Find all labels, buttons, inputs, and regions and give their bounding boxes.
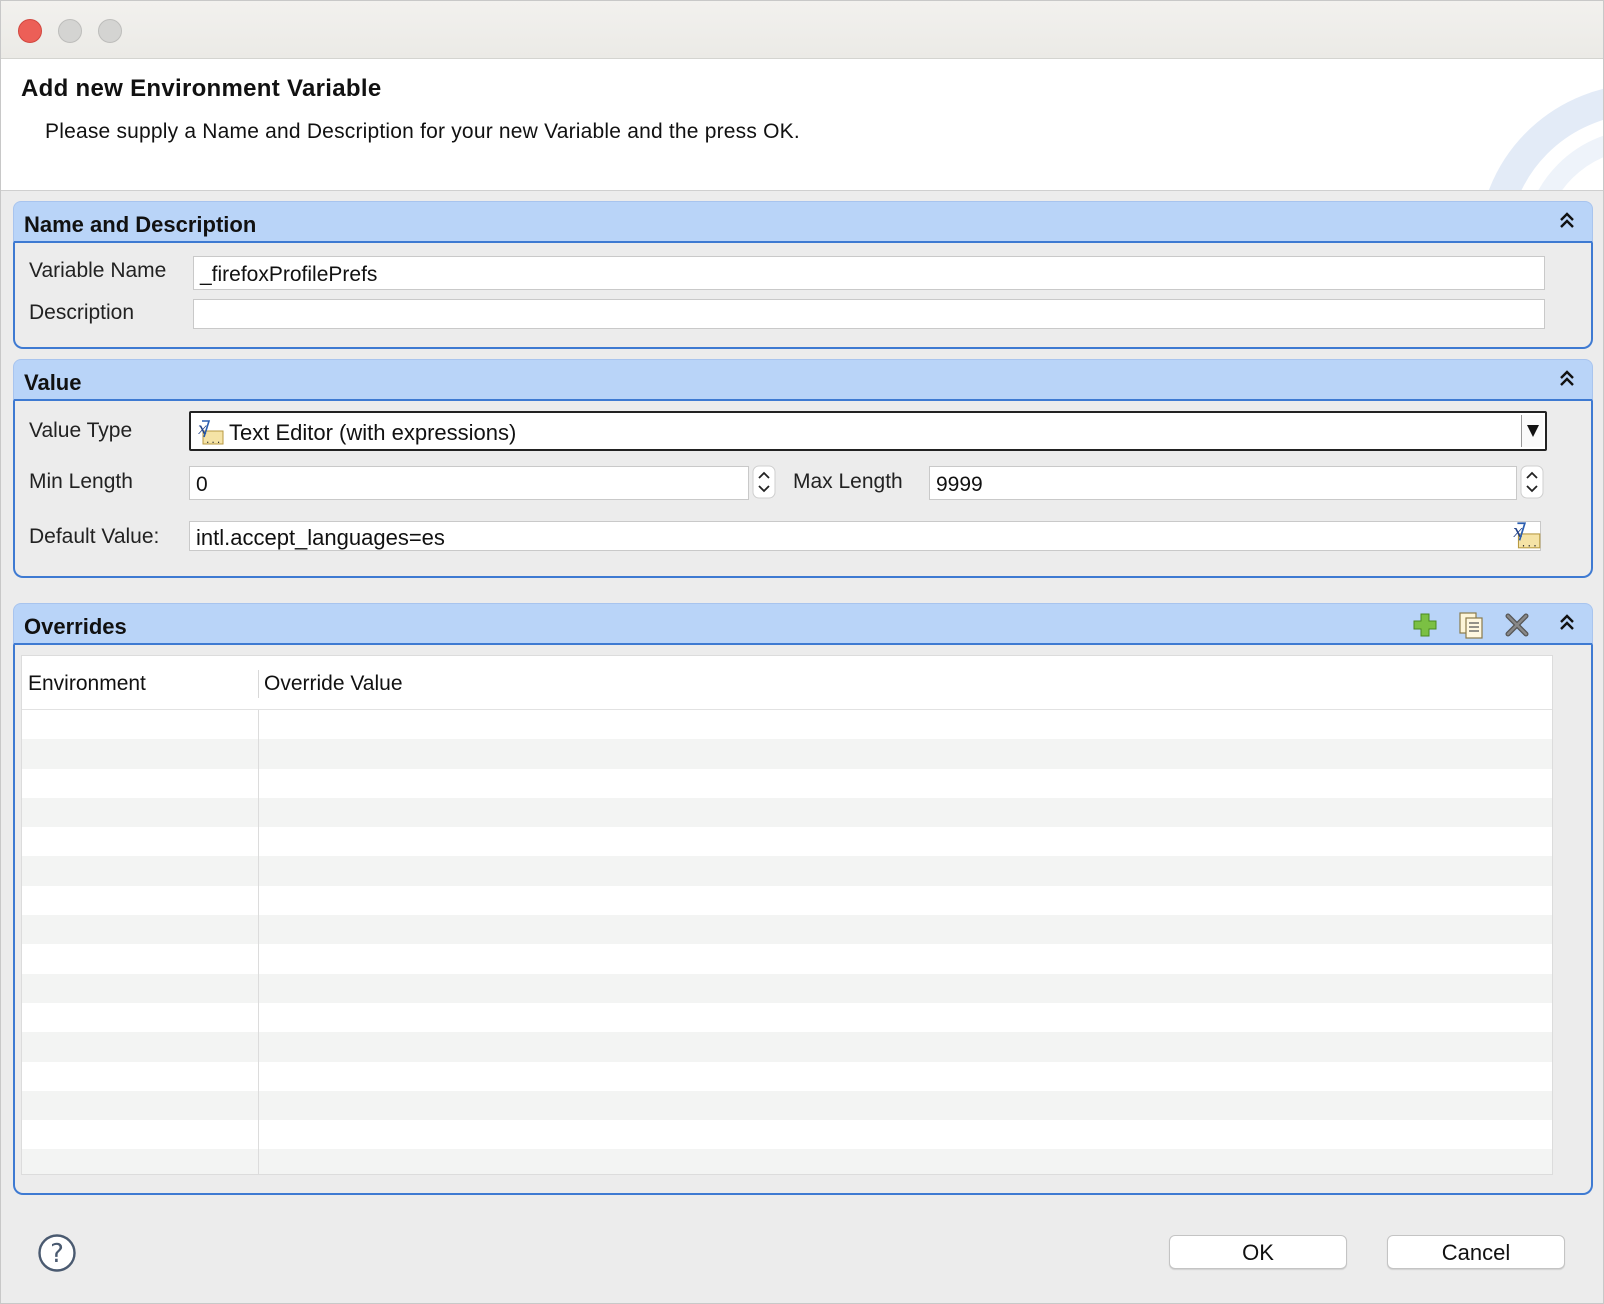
dialog-title: Add new Environment Variable: [21, 75, 382, 102]
table-row[interactable]: [22, 827, 1552, 856]
plus-icon[interactable]: [1410, 610, 1440, 640]
cancel-button[interactable]: Cancel: [1387, 1235, 1565, 1269]
default-value-label: Default Value:: [29, 525, 160, 548]
default-value-input[interactable]: intl.accept_languages=es: [189, 521, 1541, 551]
svg-text:...: ...: [205, 436, 221, 446]
table-body: [22, 710, 1552, 1174]
svg-text:...: ...: [1521, 539, 1538, 550]
table-row[interactable]: [22, 1090, 1552, 1121]
overrides-section-header[interactable]: Overrides: [13, 603, 1593, 645]
dialog-description: Please supply a Name and Description for…: [45, 120, 800, 143]
table-row[interactable]: [22, 973, 1552, 1003]
max-length-label: Max Length: [793, 470, 903, 493]
variable-name-label: Variable Name: [29, 259, 167, 282]
header-decoration-icon: [1488, 88, 1603, 190]
name-description-section-header[interactable]: Name and Description: [13, 201, 1593, 243]
copy-icon[interactable]: [1456, 610, 1486, 640]
description-label: Description: [29, 301, 135, 324]
min-length-label: Min Length: [29, 470, 133, 493]
section-title: Name and Description: [24, 212, 257, 237]
question-mark-icon[interactable]: ?: [37, 1233, 77, 1273]
table-row[interactable]: [22, 1062, 1552, 1091]
dialog-window: Add new Environment Variable Please supp…: [0, 0, 1604, 1304]
dialog-header: Add new Environment Variable Please supp…: [1, 59, 1603, 191]
double-chevron-up-icon[interactable]: [1556, 612, 1578, 634]
column-header-environment[interactable]: Environment: [28, 672, 146, 696]
ok-button[interactable]: OK: [1169, 1235, 1347, 1269]
double-chevron-up-icon[interactable]: [1556, 210, 1578, 232]
table-header: Environment Override Value: [22, 656, 1552, 710]
table-row[interactable]: [22, 739, 1552, 769]
table-row[interactable]: [22, 886, 1552, 915]
value-type-selected: Text Editor (with expressions): [229, 420, 517, 445]
value-section: Value Value Type x ... Text Editor (with…: [13, 359, 1593, 578]
delete-x-icon[interactable]: [1502, 610, 1532, 640]
overrides-section: Overrides Environment Override Value: [13, 603, 1593, 1195]
title-bar: [1, 1, 1603, 59]
table-row[interactable]: [22, 944, 1552, 973]
table-row[interactable]: [22, 1120, 1552, 1149]
table-row[interactable]: [22, 1149, 1552, 1174]
value-type-label: Value Type: [29, 419, 133, 442]
overrides-table[interactable]: Environment Override Value: [21, 655, 1553, 1175]
description-input[interactable]: [193, 299, 1545, 329]
table-row[interactable]: [22, 856, 1552, 886]
max-length-input[interactable]: 9999: [929, 466, 1517, 500]
close-window-button[interactable]: [18, 19, 42, 43]
double-chevron-up-icon[interactable]: [1556, 368, 1578, 390]
column-header-override-value[interactable]: Override Value: [264, 672, 403, 696]
value-section-header[interactable]: Value: [13, 359, 1593, 401]
column-divider-line: [258, 710, 259, 1174]
table-row[interactable]: [22, 1003, 1552, 1032]
table-row[interactable]: [22, 915, 1552, 945]
svg-text:?: ?: [50, 1239, 64, 1269]
triangle-down-icon: [1527, 425, 1539, 437]
value-type-select[interactable]: x ... Text Editor (with expressions): [189, 411, 1547, 451]
section-title: Value: [24, 370, 82, 395]
section-title: Overrides: [24, 614, 127, 639]
table-row[interactable]: [22, 710, 1552, 739]
table-row[interactable]: [22, 769, 1552, 798]
table-row[interactable]: [22, 797, 1552, 828]
column-divider[interactable]: [258, 670, 259, 698]
expression-editor-icon[interactable]: x ...: [1511, 519, 1543, 551]
name-description-section: Name and Description Variable Name _fire…: [13, 201, 1593, 349]
variable-name-input[interactable]: _firefoxProfilePrefs: [193, 256, 1545, 290]
table-row[interactable]: [22, 1032, 1552, 1062]
min-length-spinner-icon[interactable]: [752, 465, 776, 499]
max-length-spinner-icon[interactable]: [1520, 465, 1544, 499]
min-length-input[interactable]: 0: [189, 466, 749, 500]
minimize-window-button[interactable]: [58, 19, 82, 43]
zoom-window-button[interactable]: [98, 19, 122, 43]
dropdown-arrow-button[interactable]: [1521, 415, 1543, 447]
expression-editor-icon: x ...: [198, 419, 224, 446]
